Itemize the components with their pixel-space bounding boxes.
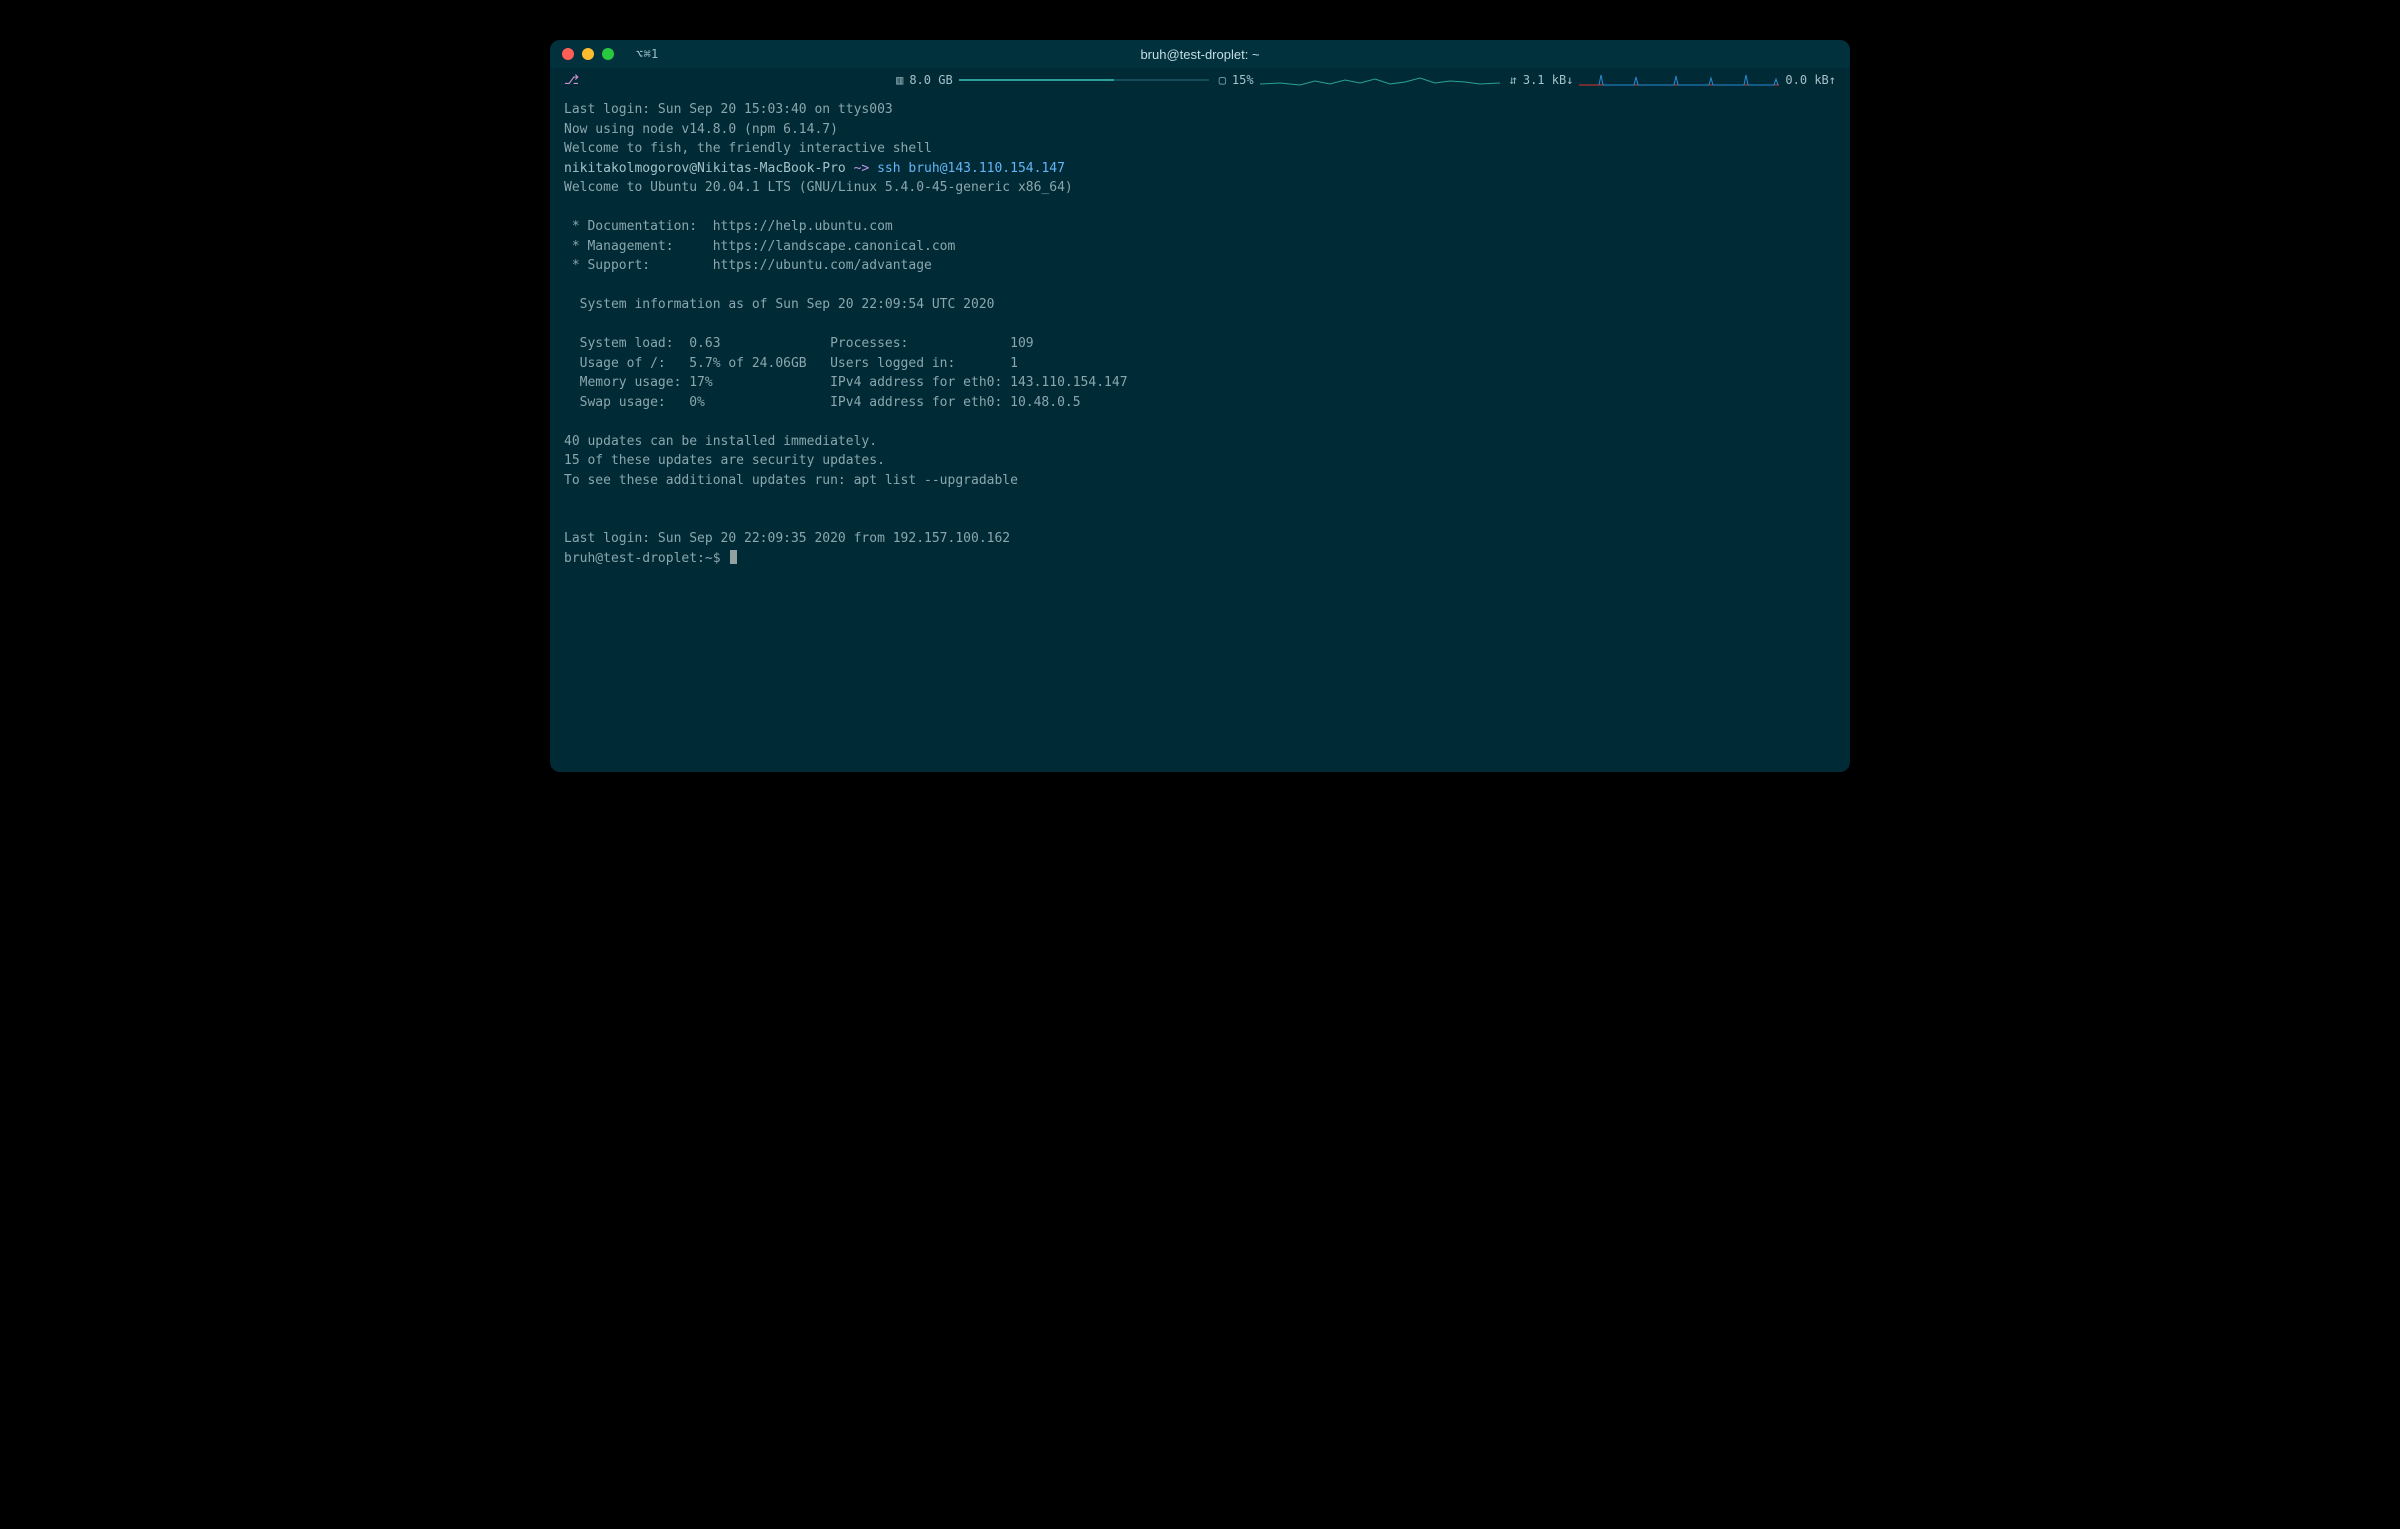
- network-widget: ⇵ 3.1 kB↓ 0.0 kB↑: [1510, 73, 1836, 87]
- terminal-body[interactable]: Last login: Sun Sep 20 15:03:40 on ttys0…: [550, 92, 1850, 772]
- network-up-label: 0.0 kB↑: [1785, 73, 1836, 87]
- traffic-lights: [562, 48, 614, 60]
- maximize-button[interactable]: [602, 48, 614, 60]
- memory-widget: ▥ 8.0 GB: [896, 73, 1209, 87]
- ssh-command-arg: bruh@143.110.154.147: [908, 161, 1065, 176]
- cpu-label: 15%: [1232, 73, 1254, 87]
- network-icon: ⇵: [1510, 73, 1517, 87]
- cursor-block: [730, 550, 737, 564]
- cpu-sparkline: [1260, 72, 1500, 88]
- cpu-widget: ▢ 15%: [1219, 72, 1500, 88]
- memory-bar-fill: [959, 79, 1114, 81]
- local-prompt-arrow: ~>: [854, 161, 870, 176]
- network-down-label: 3.1 kB↓: [1523, 73, 1574, 87]
- window-titlebar[interactable]: ⌥⌘1 bruh@test-droplet: ~: [550, 40, 1850, 68]
- terminal-window: ⌥⌘1 bruh@test-droplet: ~ ⎇ ▥ 8.0 GB ▢ 15…: [550, 40, 1850, 772]
- remote-prompt: bruh@test-droplet:~$: [564, 551, 721, 566]
- memory-bar: [959, 79, 1209, 81]
- cpu-icon: ▢: [1219, 73, 1226, 87]
- statusbar: ⎇ ▥ 8.0 GB ▢ 15% ⇵ 3.1 kB↓ 0.0 kB↑: [550, 68, 1850, 92]
- minimize-button[interactable]: [582, 48, 594, 60]
- memory-icon: ▥: [896, 73, 903, 87]
- git-branch-icon: ⎇: [564, 73, 579, 88]
- network-sparkline: [1579, 73, 1779, 87]
- tab-shortcut-label: ⌥⌘1: [636, 47, 659, 61]
- window-title: bruh@test-droplet: ~: [550, 47, 1850, 62]
- ssh-command: ssh: [877, 161, 900, 176]
- memory-label: 8.0 GB: [909, 73, 952, 87]
- local-prompt-host: nikitakolmogorov@Nikitas-MacBook-Pro: [564, 161, 846, 176]
- close-button[interactable]: [562, 48, 574, 60]
